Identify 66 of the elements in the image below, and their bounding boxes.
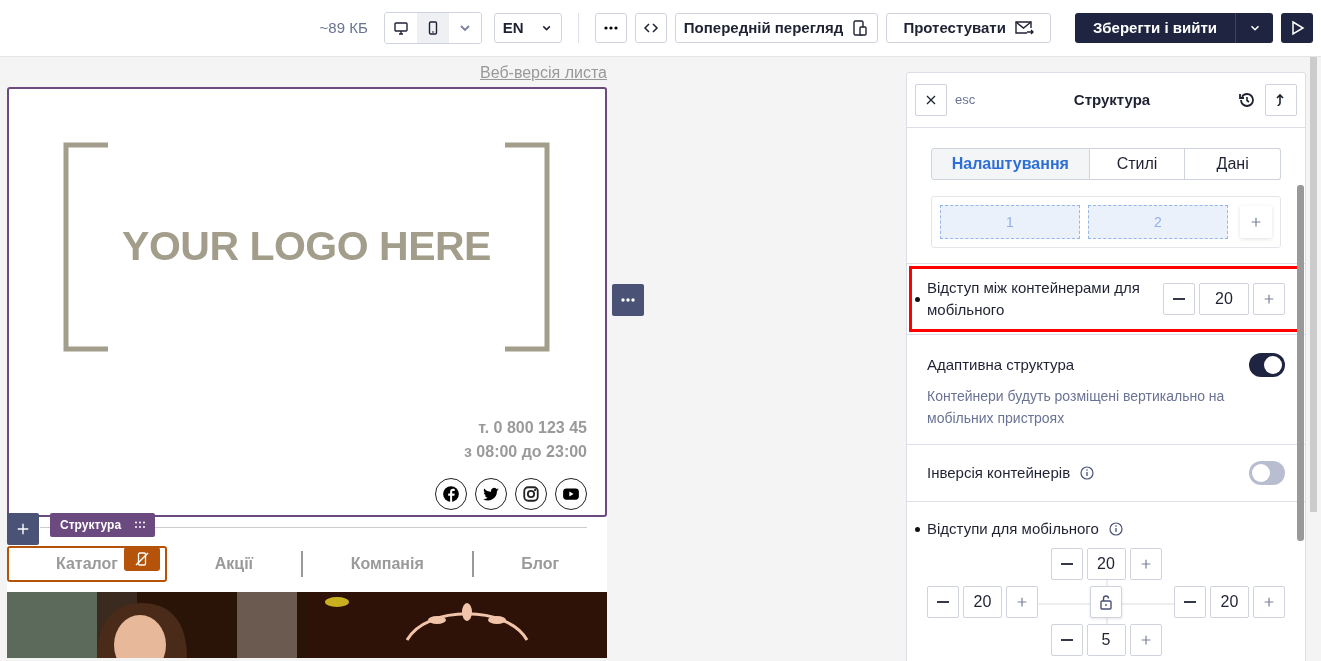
setting-hint: Контейнери будуть розміщені вертикально на мобільних пристроях	[927, 387, 1226, 429]
close-button[interactable]	[915, 84, 947, 116]
minus-icon	[1060, 563, 1073, 566]
panel-tab[interactable]: Налаштування	[931, 148, 1090, 180]
bracket-icon	[504, 142, 550, 352]
number-field[interactable]: 20	[1210, 586, 1249, 619]
number-field[interactable]: 5	[1086, 624, 1126, 657]
minus-icon	[1060, 639, 1073, 642]
bracket-icon	[63, 142, 109, 352]
file-size: ~89 КБ	[319, 17, 368, 38]
padlock-open-icon	[1099, 594, 1113, 611]
scrollbar[interactable]	[1310, 57, 1317, 512]
minus-icon	[937, 601, 949, 604]
logo-text: YOUR LOGO HERE	[122, 222, 491, 272]
contact-line: т. 0 800 123 45	[477, 418, 587, 438]
unlock-button[interactable]	[1090, 586, 1122, 619]
view-switcher[interactable]	[383, 12, 482, 44]
send-mail-icon	[1013, 19, 1034, 37]
minus-icon	[1184, 601, 1196, 604]
mobile-view-button[interactable]	[416, 13, 449, 43]
number-field[interactable]: 20	[1086, 548, 1126, 581]
monitor-icon	[392, 20, 409, 36]
contact-line: з 08:00 до 23:00	[462, 442, 587, 462]
preview-button[interactable]: Попередній перегляд	[674, 13, 879, 43]
minus-button[interactable]	[1163, 283, 1195, 315]
toggle-switch[interactable]	[1249, 353, 1285, 377]
drag-handle-icon[interactable]	[135, 521, 146, 529]
structure-tag[interactable]: Структура	[50, 513, 156, 537]
setting-label: Адаптивна структура	[927, 354, 1075, 375]
minus-button[interactable]	[1050, 548, 1083, 581]
test-button[interactable]: Протестувати	[886, 13, 1051, 43]
hidden-on-mobile-icon	[124, 547, 160, 571]
panel-tab[interactable]: Стилі	[1089, 148, 1186, 180]
info-icon	[1108, 522, 1123, 537]
language-dropdown[interactable]: EN	[493, 13, 562, 43]
plus-icon	[16, 522, 30, 536]
toggle-switch[interactable]	[1249, 460, 1285, 485]
number-field[interactable]: 20	[963, 586, 1002, 619]
save-and-exit-button[interactable]: Зберегти і вийти	[1074, 13, 1235, 43]
code-button[interactable]	[634, 13, 667, 43]
structure-label: Структура	[60, 517, 122, 534]
panel-title: Структура	[1072, 89, 1152, 110]
shortcut-hint: esc	[955, 91, 977, 110]
setting-label: Відступ між контейнерами для мобільного	[927, 277, 1141, 320]
minus-button[interactable]	[1050, 624, 1083, 657]
history-icon[interactable]	[1237, 90, 1257, 110]
setting-label: Інверсія контейнерів	[927, 462, 1071, 483]
setting-label: Відступи для мобільного	[927, 518, 1099, 539]
devices-icon	[851, 19, 870, 37]
more-options-button[interactable]	[612, 284, 644, 316]
info-icon	[1080, 465, 1095, 480]
move-up-button[interactable]	[1265, 84, 1297, 116]
minus-button[interactable]	[1174, 586, 1206, 619]
add-block-button[interactable]	[7, 513, 39, 545]
play-icon	[1289, 20, 1305, 36]
close-icon	[925, 94, 937, 106]
plus-icon	[1262, 292, 1276, 306]
number-field[interactable]: 20	[1199, 283, 1249, 315]
scrollbar[interactable]	[1297, 185, 1304, 541]
more-button[interactable]	[594, 13, 627, 43]
plus-icon	[1249, 215, 1263, 229]
panel-tab[interactable]: Дані	[1185, 148, 1281, 180]
minus-button[interactable]	[927, 586, 959, 619]
minus-icon	[1173, 298, 1185, 300]
play-button[interactable]	[1281, 13, 1313, 43]
save-options-button[interactable]	[1235, 13, 1273, 43]
